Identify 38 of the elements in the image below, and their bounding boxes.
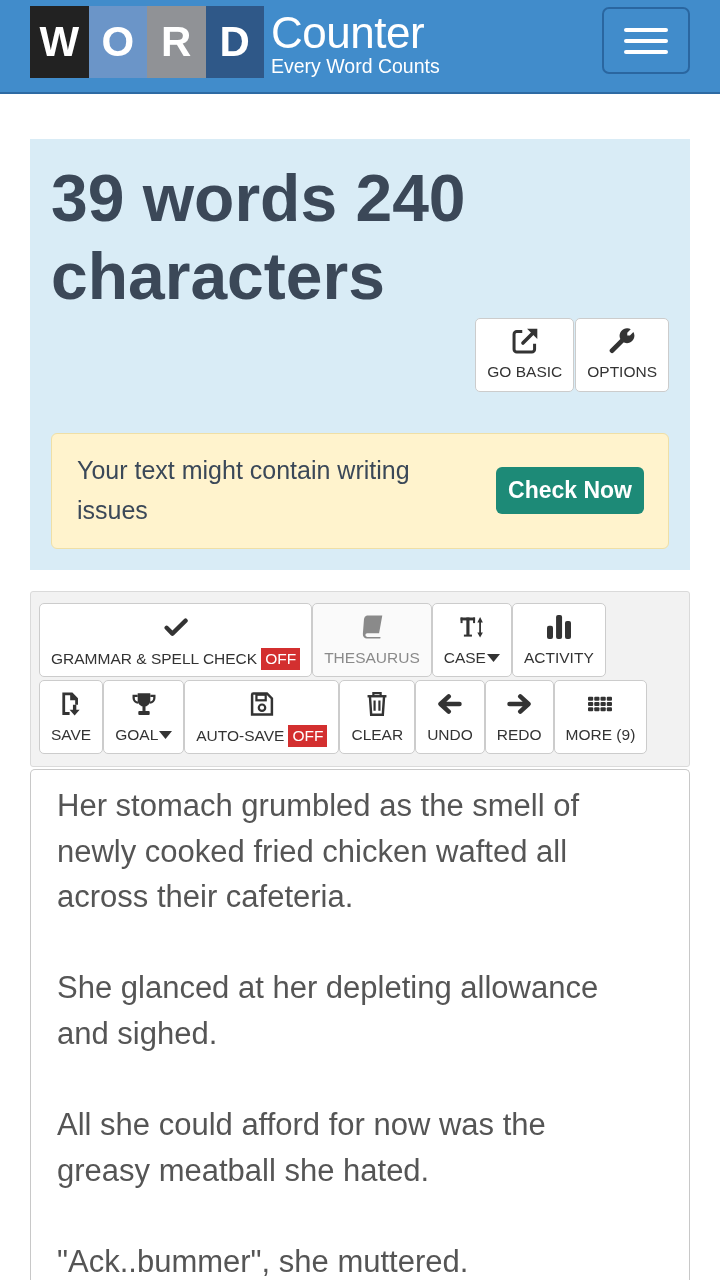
arrow-right-icon <box>507 692 532 716</box>
editor-text: She glanced at her depleting allowance and sighed. <box>57 969 600 1053</box>
editor-text: Her stomach grumbled as the smell of newly cooked fried chicken wafted all across their cafeteria. <box>57 787 581 917</box>
arrow-left-icon <box>437 692 462 716</box>
editor-text: "Ack..bummer", she muttered. <box>57 1242 470 1280</box>
status-badge: OFF <box>261 648 301 670</box>
go-basic-button[interactable]: GO BASIC <box>475 318 575 392</box>
logo-tile: D <box>205 6 264 78</box>
redo-button[interactable]: REDO <box>484 680 554 754</box>
text-height-icon <box>459 615 484 639</box>
more-button[interactable]: MORE (9) <box>553 680 648 754</box>
menu-button[interactable] <box>602 7 690 74</box>
logo-tile: R <box>147 6 206 78</box>
status-badge: OFF <box>288 725 328 747</box>
clear-button[interactable]: CLEAR <box>339 680 416 754</box>
logo-title: Counter <box>271 10 426 56</box>
text-editor-field[interactable] <box>30 769 690 1280</box>
activity-button[interactable]: ACTIVITY <box>511 603 606 677</box>
trophy-icon <box>131 692 156 716</box>
logo-tagline: Every Word Counts <box>271 55 440 77</box>
word-count-headline: 39 words 240 characters <box>51 160 467 315</box>
undo-button[interactable]: UNDO <box>415 680 485 754</box>
logo-tile: O <box>88 6 147 78</box>
grammar-check-button[interactable]: GRAMMAR & SPELL CHECK OFF <box>39 603 313 677</box>
check-icon <box>163 615 188 639</box>
external-link-icon <box>511 328 538 354</box>
menu-icon <box>624 27 668 54</box>
case-button[interactable]: CASE <box>431 603 512 677</box>
wrench-icon <box>609 328 636 354</box>
goal-button[interactable]: GOAL <box>103 680 185 754</box>
logo-tile: W <box>30 6 89 78</box>
auto-save-button[interactable]: AUTO-SAVE OFF <box>184 680 340 754</box>
check-now-button[interactable]: Check Now <box>496 466 644 514</box>
editor-text: All she could afford for now was the greasy meatball she hated. <box>57 1106 547 1190</box>
alert-message: Your text might contain writing issues <box>77 455 411 526</box>
bar-chart-icon <box>546 615 571 639</box>
options-button[interactable]: OPTIONS <box>575 318 669 392</box>
save-button[interactable]: SAVE <box>39 680 104 754</box>
